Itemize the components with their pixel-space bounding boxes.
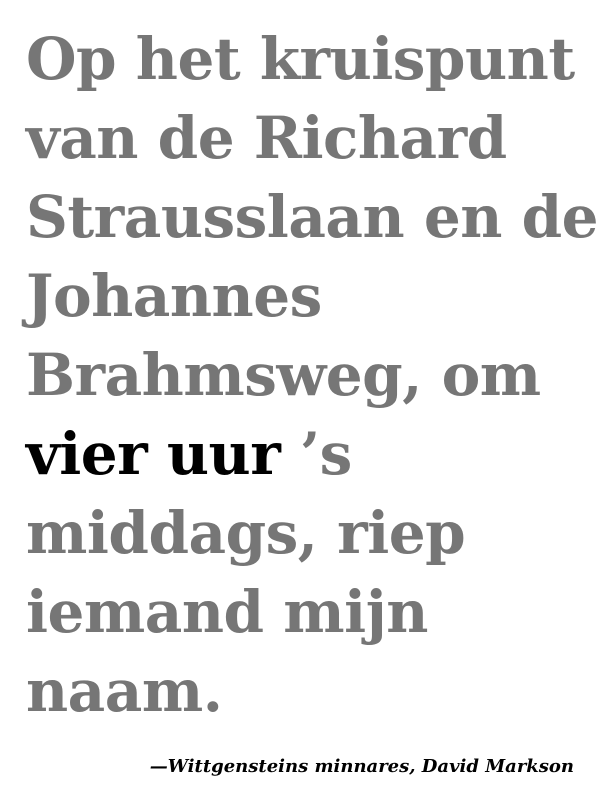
quote-line-1: Op het kruispunt	[26, 25, 575, 93]
quote-line-6-rest: ’s	[280, 420, 352, 488]
quote-line-2: van de Richard	[26, 104, 507, 172]
page: Op het kruispunt van de Richard Straussl…	[0, 0, 600, 800]
quote-block: Op het kruispunt van de Richard Straussl…	[26, 20, 599, 731]
attribution: —Wittgensteins minnares, David Markson	[149, 756, 574, 777]
quote-line-8: iemand mijn	[26, 578, 428, 646]
emphasized-text: vier uur	[26, 420, 281, 488]
quote-line-9: naam.	[26, 657, 223, 725]
quote-line-3: Strausslaan en de	[26, 183, 599, 251]
quote-line-5: Brahmsweg, om	[26, 341, 541, 409]
quote-line-6: vier uur ’s	[26, 415, 586, 494]
quote-line-7: middags, riep	[26, 499, 466, 567]
quote-line-4: Johannes	[26, 262, 322, 330]
